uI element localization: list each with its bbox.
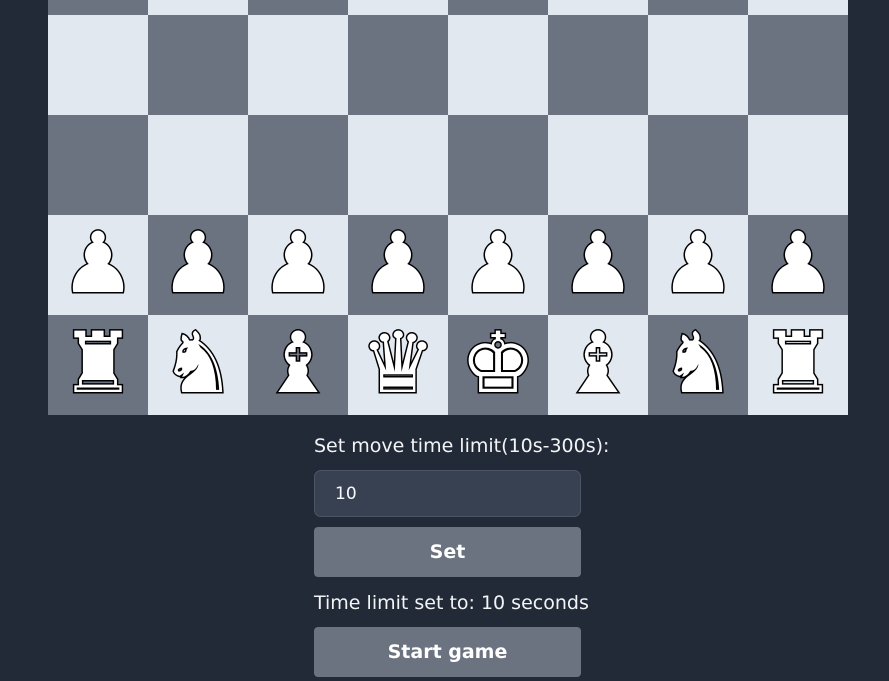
board-square[interactable]	[48, 0, 148, 15]
white-knight-icon[interactable]: ♞	[659, 320, 737, 407]
time-limit-input[interactable]	[314, 470, 581, 517]
board-square[interactable]	[748, 0, 848, 15]
board-square[interactable]: ♞	[148, 315, 248, 415]
set-button[interactable]: Set	[314, 527, 581, 577]
board-square[interactable]: ♟	[248, 215, 348, 315]
board-square[interactable]	[248, 0, 348, 15]
white-pawn-icon[interactable]: ♟	[459, 220, 537, 307]
board-square[interactable]	[448, 115, 548, 215]
white-rook-icon[interactable]: ♜	[59, 320, 137, 407]
board-square[interactable]	[148, 15, 248, 115]
time-limit-status: Time limit set to: 10 seconds	[314, 592, 589, 614]
board-square[interactable]	[548, 115, 648, 215]
board-square[interactable]: ♚	[448, 315, 548, 415]
board-square[interactable]	[648, 115, 748, 215]
board-square[interactable]	[148, 115, 248, 215]
board-square[interactable]	[648, 15, 748, 115]
white-queen-icon[interactable]: ♛	[359, 320, 437, 407]
white-pawn-icon[interactable]: ♟	[359, 220, 437, 307]
white-pawn-icon[interactable]: ♟	[559, 220, 637, 307]
board-square[interactable]: ♞	[648, 315, 748, 415]
start-game-button[interactable]: Start game	[314, 627, 581, 677]
board-square[interactable]	[48, 15, 148, 115]
board-square[interactable]: ♜	[48, 315, 148, 415]
board-square[interactable]: ♜	[748, 315, 848, 415]
game-controls: Set move time limit(10s-300s): Set Time …	[314, 432, 610, 677]
board-square[interactable]	[548, 0, 648, 15]
white-rook-icon[interactable]: ♜	[759, 320, 837, 407]
board-square[interactable]	[348, 115, 448, 215]
board-square[interactable]: ♟	[648, 215, 748, 315]
white-bishop-icon[interactable]: ♝	[259, 320, 337, 407]
board-square[interactable]: ♟	[748, 215, 848, 315]
board-square[interactable]	[748, 15, 848, 115]
white-pawn-icon[interactable]: ♟	[259, 220, 337, 307]
white-pawn-icon[interactable]: ♟	[759, 220, 837, 307]
board-square[interactable]: ♟	[348, 215, 448, 315]
board-square[interactable]	[248, 115, 348, 215]
board-square[interactable]	[548, 15, 648, 115]
board-square[interactable]: ♟	[48, 215, 148, 315]
board-square[interactable]: ♛	[348, 315, 448, 415]
white-pawn-icon[interactable]: ♟	[659, 220, 737, 307]
white-knight-icon[interactable]: ♞	[159, 320, 237, 407]
board-square[interactable]	[748, 115, 848, 215]
board-square[interactable]	[448, 15, 548, 115]
board-square[interactable]	[648, 0, 748, 15]
board-square[interactable]: ♝	[548, 315, 648, 415]
board-square[interactable]	[248, 15, 348, 115]
board-square[interactable]: ♟	[548, 215, 648, 315]
white-pawn-icon[interactable]: ♟	[159, 220, 237, 307]
board-square[interactable]	[48, 115, 148, 215]
white-pawn-icon[interactable]: ♟	[59, 220, 137, 307]
white-bishop-icon[interactable]: ♝	[559, 320, 637, 407]
board-square[interactable]: ♟	[148, 215, 248, 315]
time-limit-label: Set move time limit(10s-300s):	[314, 435, 610, 457]
board-square[interactable]	[448, 0, 548, 15]
board-square[interactable]	[148, 0, 248, 15]
board-square[interactable]	[348, 0, 448, 15]
chess-board: ♟ ♟ ♟ ♟ ♟ ♟ ♟ ♟ ♜ ♞ ♝ ♛ ♚ ♝ ♞ ♜	[48, 0, 848, 415]
white-king-icon[interactable]: ♚	[459, 320, 537, 407]
board-square[interactable]: ♟	[448, 215, 548, 315]
board-square[interactable]	[348, 15, 448, 115]
board-square[interactable]: ♝	[248, 315, 348, 415]
